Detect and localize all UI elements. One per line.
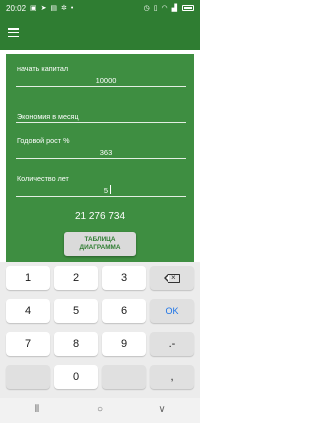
key-9[interactable]: 9 — [102, 332, 146, 356]
years-underline — [16, 196, 186, 197]
vibrate-icon: ▯ — [153, 5, 159, 12]
key-4[interactable]: 4 — [6, 299, 50, 323]
result-value: 21 276 734 — [74, 211, 126, 222]
hamburger-menu-icon[interactable] — [8, 28, 19, 38]
back-icon[interactable]: ∨ — [155, 404, 169, 416]
status-time: 20:02 — [6, 4, 27, 13]
navigation-bar: ⦀ ○ ∨ — [0, 398, 200, 423]
key-8[interactable]: 8 — [54, 332, 98, 356]
recent-apps-icon[interactable]: ⦀ — [30, 404, 44, 416]
content-area: начать капитал 10000 Экономия в месяц Го… — [0, 50, 200, 272]
table-chart-button-line2: ДИАГРАММА — [79, 244, 121, 251]
home-icon[interactable]: ○ — [93, 404, 107, 416]
backspace-key[interactable]: × — [150, 266, 194, 290]
dot-icon: • — [70, 5, 75, 12]
calculator-panel: начать капитал 10000 Экономия в месяц Го… — [6, 54, 194, 272]
capital-label: начать капитал — [17, 64, 69, 73]
table-chart-button-line1: ТАБЛИЦА — [84, 236, 116, 243]
wifi-icon: ◠ — [161, 5, 169, 12]
alarm-icon: ◷ — [143, 5, 151, 12]
numeric-keyboard: 1 2 3 × 4 5 6 OK 7 8 9 .- 0 , — [0, 262, 200, 398]
key-0[interactable]: 0 — [54, 365, 98, 389]
key-3[interactable]: 3 — [102, 266, 146, 290]
key-1[interactable]: 1 — [6, 266, 50, 290]
key-blank-right — [102, 365, 146, 389]
key-5[interactable]: 5 — [54, 299, 98, 323]
status-left-icons: ▣ ➤ ▤ ✲ • — [30, 4, 74, 12]
key-6[interactable]: 6 — [102, 299, 146, 323]
capital-input[interactable]: 10000 — [46, 76, 166, 85]
notification-icon: ▣ — [30, 5, 38, 12]
growth-input[interactable]: 363 — [46, 148, 166, 157]
growth-underline — [16, 158, 186, 159]
growth-label: Годовой рост % — [17, 136, 70, 145]
key-decimal-minus[interactable]: .- — [150, 332, 194, 356]
sim-icon: ▤ — [50, 5, 59, 12]
backspace-icon: × — [164, 273, 180, 283]
savings-label: Экономия в месяц — [17, 112, 79, 121]
settings-icon: ✲ — [60, 5, 68, 12]
savings-underline — [16, 122, 186, 123]
years-label: Количество лет — [17, 174, 69, 183]
key-blank-left — [6, 365, 50, 389]
capital-underline — [16, 86, 186, 87]
ok-key[interactable]: OK — [150, 299, 194, 323]
years-input[interactable]: 5 — [46, 186, 166, 195]
status-right-icons: ◷ ▯ ◠ ▟ — [144, 4, 178, 12]
key-2[interactable]: 2 — [54, 266, 98, 290]
status-bar: 20:02 ▣ ➤ ▤ ✲ • ◷ ▯ ◠ ▟ — [0, 0, 200, 18]
table-chart-button[interactable]: ТАБЛИЦА ДИАГРАММА — [64, 232, 136, 256]
battery-icon — [182, 5, 194, 11]
signal-icon: ▟ — [171, 5, 178, 12]
send-icon: ➤ — [40, 5, 48, 12]
app-bar — [0, 18, 200, 50]
key-7[interactable]: 7 — [6, 332, 50, 356]
key-comma[interactable]: , — [150, 365, 194, 389]
text-cursor — [110, 185, 111, 194]
